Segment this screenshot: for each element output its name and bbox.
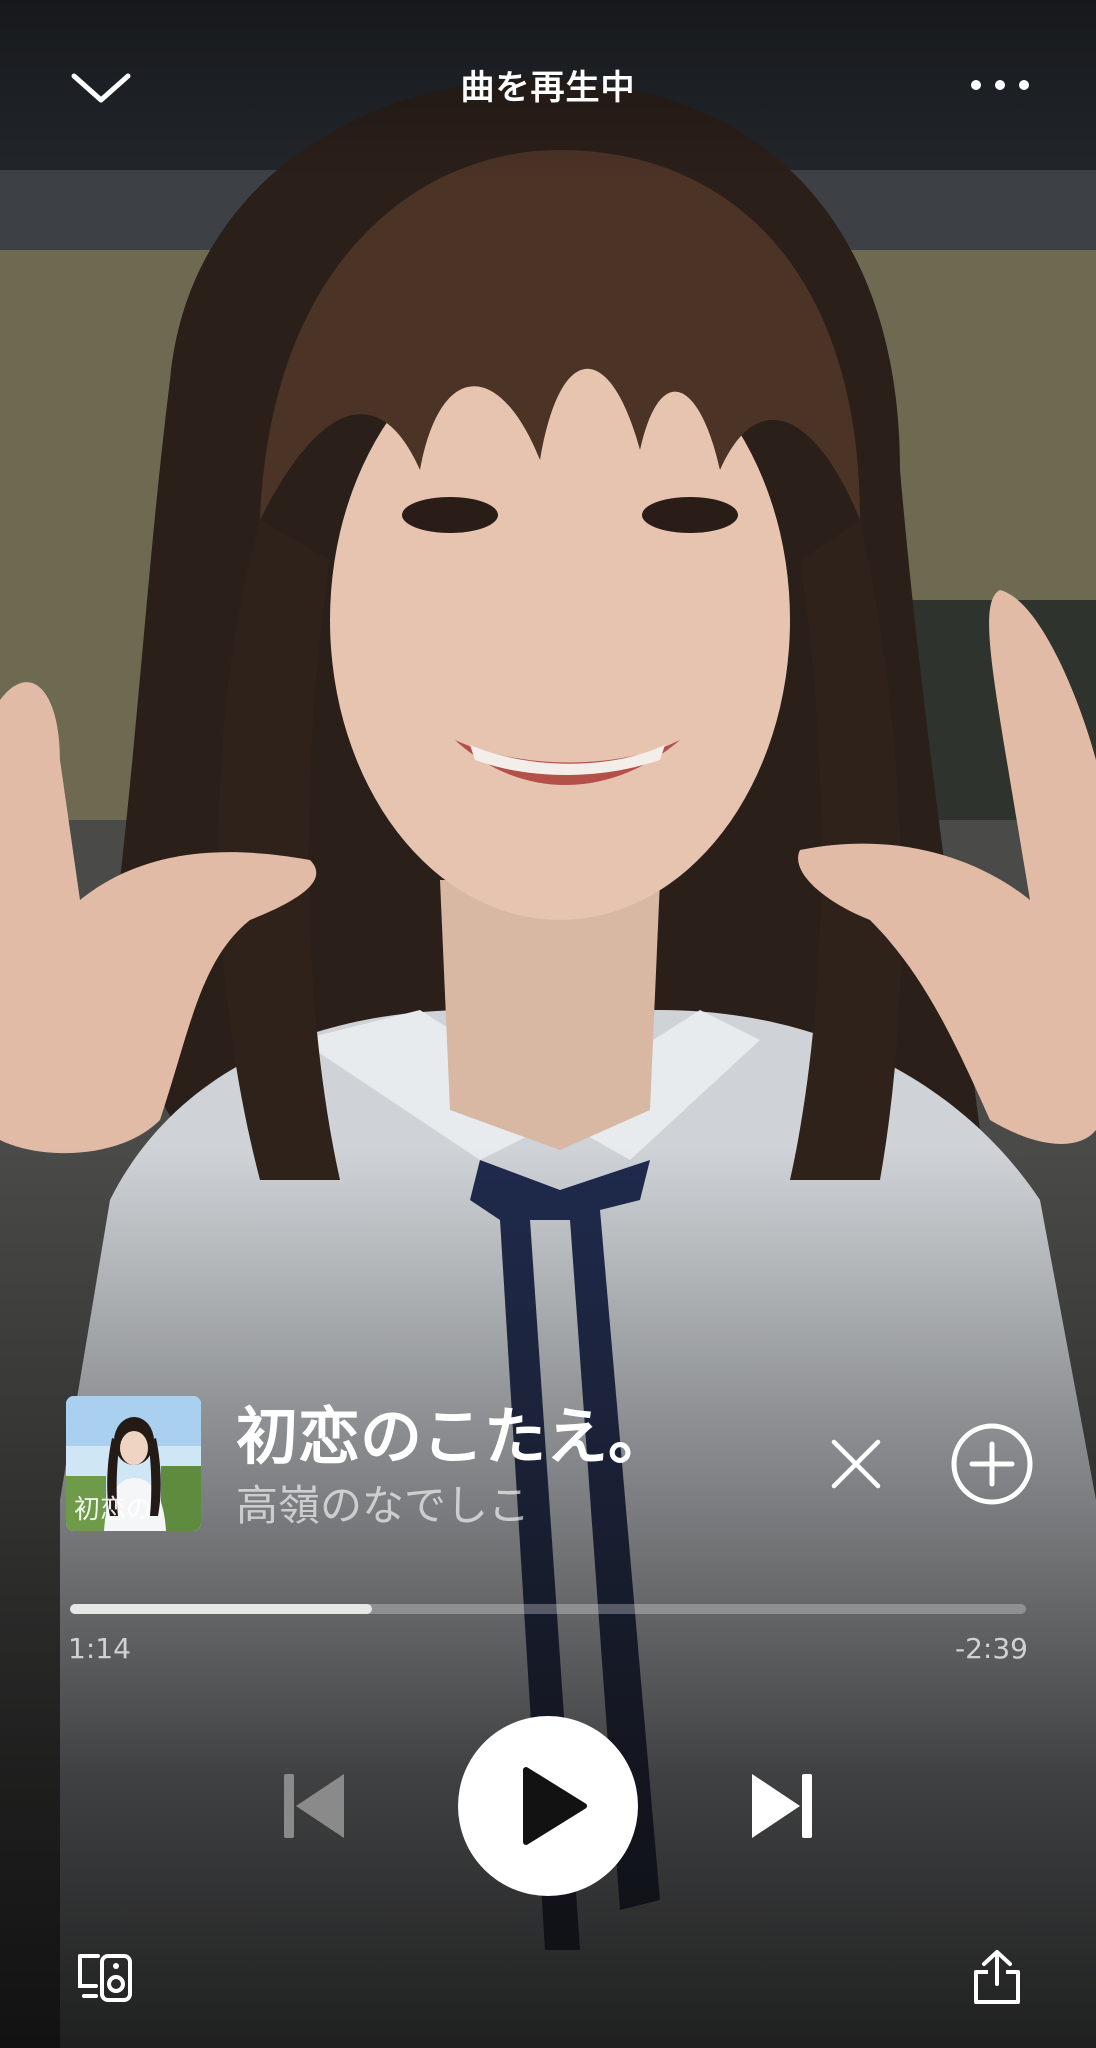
more-icon [971, 80, 1029, 90]
track-text: 初恋のこたえ。 高嶺のなでしこ [236, 1396, 796, 1534]
play-button[interactable] [458, 1716, 638, 1896]
album-cover-art: 初恋の [66, 1396, 201, 1531]
player-header: 曲を再生中 [0, 40, 1096, 130]
skip-previous-icon [284, 1774, 344, 1838]
remaining-time: -2:39 [955, 1632, 1028, 1665]
connect-devices-icon [78, 1954, 132, 2002]
playback-controls [0, 1716, 1096, 1896]
more-options-button[interactable] [968, 70, 1032, 100]
previous-track-button[interactable] [282, 1772, 346, 1840]
play-icon [523, 1767, 587, 1845]
track-info: 初恋の 初恋のこたえ。 高嶺のなでしこ [66, 1396, 1034, 1532]
svg-text:初恋の: 初恋の [74, 1495, 152, 1525]
progress-fill [70, 1604, 373, 1614]
connect-devices-button[interactable] [76, 1952, 136, 2004]
track-artist[interactable]: 高嶺のなでしこ [236, 1478, 796, 1534]
track-title[interactable]: 初恋のこたえ。 [236, 1396, 796, 1478]
hide-song-button[interactable] [828, 1436, 884, 1492]
share-button[interactable] [972, 1948, 1022, 2006]
add-to-library-button[interactable] [950, 1422, 1034, 1506]
skip-next-icon [752, 1774, 812, 1838]
share-icon [974, 1950, 1020, 2004]
album-cover[interactable]: 初恋の [66, 1396, 201, 1531]
bottom-gradient [0, 1148, 1096, 2048]
page-title: 曲を再生中 [460, 68, 636, 108]
now-playing-screen: 曲を再生中 初恋の 初恋のこたえ。 高嶺のなでしこ 1:14 -2:39 [0, 0, 1096, 2048]
playback-progress-bar[interactable] [70, 1602, 1026, 1614]
elapsed-time: 1:14 [68, 1632, 131, 1665]
close-icon [831, 1439, 881, 1489]
next-track-button[interactable] [750, 1772, 814, 1840]
add-circle-icon [951, 1423, 1033, 1505]
